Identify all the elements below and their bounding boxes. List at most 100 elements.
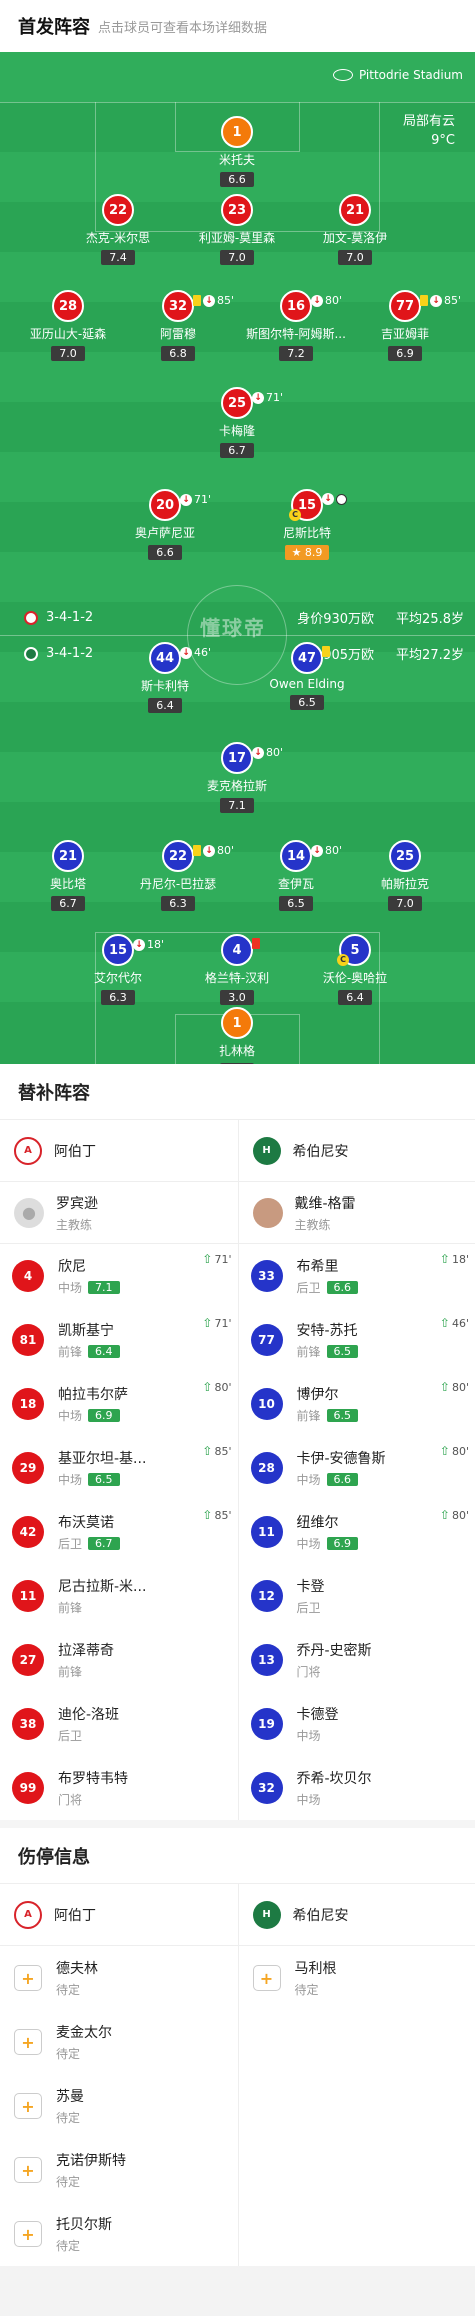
away-player-14[interactable]: 14↓80'查伊瓦6.5: [241, 840, 351, 911]
sub-player-row[interactable]: 12卡登后卫: [239, 1564, 475, 1628]
away-coach[interactable]: 戴维-格雷 主教练: [239, 1182, 475, 1244]
sub-player-name: 帕拉韦尔萨: [58, 1384, 128, 1404]
home-player-28[interactable]: 28亚历山大-延森7.0: [13, 290, 123, 361]
sub-player-info: 乔丹-史密斯门将: [297, 1640, 372, 1680]
substitution-in-icon: ⇧: [440, 1508, 450, 1522]
substitution-in-icon: ⇧: [202, 1252, 212, 1266]
home-player-23[interactable]: 23利亚姆-莫里森7.0: [182, 194, 292, 265]
substitution-out-icon: ↓: [322, 493, 334, 505]
sub-player-meta: 后卫6.6: [297, 1279, 359, 1296]
home-player-22[interactable]: 22杰克-米尔思7.4: [63, 194, 173, 265]
sub-player-row[interactable]: 32乔希-坎贝尔中场: [239, 1756, 475, 1820]
event-minute: 80': [325, 844, 342, 857]
sub-player-row[interactable]: 77安特-苏托前锋6.5⇧46': [239, 1308, 475, 1372]
away-team-info: 3-4-1-2 身价905万欧 平均27.2岁: [24, 644, 464, 663]
substitution-in-icon: ⇧: [202, 1380, 212, 1394]
home-player-32[interactable]: 32↓85'阿雷穆6.8: [123, 290, 233, 361]
sub-player-number: 38: [12, 1708, 44, 1740]
home-player-16[interactable]: 16↓80'斯图尔特-阿姆斯...7.2: [241, 290, 351, 361]
sub-player-row[interactable]: 81凯斯基宁前锋6.4⇧71': [0, 1308, 238, 1372]
sub-player-number: 11: [251, 1516, 283, 1548]
home-team-row[interactable]: A 阿伯丁: [0, 1884, 238, 1946]
sub-in-minute: 71': [214, 1317, 231, 1330]
sub-player-row[interactable]: 10博伊尔前锋6.5⇧80': [239, 1372, 475, 1436]
away-player-4[interactable]: 4格兰特-汉利3.0: [182, 934, 292, 1005]
sub-player-position: 后卫: [297, 1599, 321, 1616]
home-player-25[interactable]: 25↓71'卡梅隆6.7: [182, 387, 292, 458]
away-player-22[interactable]: 22↓80'丹尼尔-巴拉瑟6.3: [123, 840, 233, 911]
sub-player-position: 门将: [58, 1791, 82, 1808]
injury-section: A 阿伯丁 +德夫林待定+麦金太尔待定+苏曼待定+克诺伊斯特待定+托贝尔斯待定 …: [0, 1884, 475, 2266]
home-player-77[interactable]: 77↓85'吉亚姆菲6.9: [350, 290, 460, 361]
substitution-out-icon: ↓: [180, 647, 192, 659]
sub-in-minute: 80': [214, 1381, 231, 1394]
injury-row[interactable]: +德夫林待定: [0, 1946, 238, 2010]
substitution-in-icon: ⇧: [202, 1316, 212, 1330]
home-player-21[interactable]: 21加文-莫洛伊7.0: [300, 194, 410, 265]
home-player-1[interactable]: 1米托夫6.6: [182, 116, 292, 187]
sub-player-name: 卡德登: [297, 1704, 339, 1724]
sub-player-rating: 6.6: [327, 1281, 359, 1294]
sub-player-row[interactable]: 19卡德登中场: [239, 1692, 475, 1756]
home-team-row[interactable]: A 阿伯丁: [0, 1120, 238, 1182]
injury-row[interactable]: +苏曼待定: [0, 2074, 238, 2138]
yellow-card-icon: [193, 295, 201, 306]
injury-row[interactable]: +麦金太尔待定: [0, 2010, 238, 2074]
substitution-in-icon: ⇧: [202, 1444, 212, 1458]
sub-player-row[interactable]: 18帕拉韦尔萨中场6.9⇧80': [0, 1372, 238, 1436]
home-player-rating: 7.0: [338, 250, 372, 265]
sub-player-row[interactable]: 99布罗特韦特门将: [0, 1756, 238, 1820]
sub-player-name: 欣尼: [58, 1256, 120, 1276]
sub-player-row[interactable]: 38 迪伦-洛班后卫: [0, 1692, 238, 1756]
sub-player-row[interactable]: 33布希里后卫6.6⇧18': [239, 1244, 475, 1308]
injury-row[interactable]: +克诺伊斯特待定: [0, 2138, 238, 2202]
sub-player-meta: 后卫: [58, 1727, 119, 1744]
away-player-number: 47: [291, 642, 323, 674]
lineup-header: 首发阵容 点击球员可查看本场详细数据: [0, 0, 475, 52]
injury-row[interactable]: +托贝尔斯待定: [0, 2202, 238, 2266]
sub-player-meta: 中场6.5: [58, 1471, 146, 1488]
injury-row[interactable]: +马利根待定: [239, 1946, 475, 2010]
sub-player-row[interactable]: 11纽维尔中场6.9⇧80': [239, 1500, 475, 1564]
home-player-20[interactable]: 20↓71'奥卢萨尼亚6.6: [110, 489, 220, 560]
player-events: [322, 646, 330, 657]
sub-player-row[interactable]: 11尼古拉斯-米...前锋: [0, 1564, 238, 1628]
sub-player-number: 4: [12, 1260, 44, 1292]
away-team-row[interactable]: H 希伯尼安: [239, 1120, 475, 1182]
home-player-name: 亚历山大-延森: [13, 325, 123, 342]
sub-player-rating: 6.9: [327, 1537, 359, 1550]
away-player-rating: 6.5: [290, 695, 324, 710]
home-player-number: 15C: [291, 489, 323, 521]
away-player-21[interactable]: 21奥比塔6.7: [13, 840, 123, 911]
event-minute: 80': [217, 844, 234, 857]
substitution-out-icon: ↓: [252, 392, 264, 404]
away-player-44[interactable]: 44↓46'斯卡利特6.4: [110, 642, 220, 713]
away-player-17[interactable]: 17↓80'麦克格拉斯7.1: [182, 742, 292, 813]
sub-player-number: 28: [251, 1452, 283, 1484]
away-player-5[interactable]: 5C沃伦-奥哈拉6.4: [300, 934, 410, 1005]
home-player-number: 22: [102, 194, 134, 226]
home-player-rating: 6.9: [388, 346, 422, 361]
home-player-rating: 7.0: [51, 346, 85, 361]
sub-player-row[interactable]: 28卡伊-安德鲁斯中场6.6⇧80': [239, 1436, 475, 1500]
sub-player-row[interactable]: 42布沃莫诺后卫6.7⇧85': [0, 1500, 238, 1564]
home-coach[interactable]: ● 罗宾逊 主教练: [0, 1182, 238, 1244]
away-player-15[interactable]: 15↓18'艾尔代尔6.3: [63, 934, 173, 1005]
sub-player-row[interactable]: 29基亚尔坦-基...中场6.5⇧85': [0, 1436, 238, 1500]
sub-player-name: 迪伦-洛班: [58, 1704, 119, 1724]
home-player-15[interactable]: 15C↓尼斯比特★ 8.9: [252, 489, 362, 560]
weather: 局部有云 9°C: [403, 112, 455, 150]
player-events: ↓71': [252, 391, 283, 404]
substitution-out-icon: ↓: [133, 939, 145, 951]
sub-player-row[interactable]: 27拉泽蒂奇前锋: [0, 1628, 238, 1692]
away-player-25[interactable]: 25帕斯拉克7.0: [350, 840, 460, 911]
sub-player-position: 后卫: [58, 1535, 82, 1552]
sub-player-row[interactable]: 13乔丹-史密斯门将: [239, 1628, 475, 1692]
sub-player-row[interactable]: 4欣尼中场7.1⇧71': [0, 1244, 238, 1308]
away-player-47[interactable]: 47Owen Elding6.5: [252, 642, 362, 710]
away-player-rating: 3.0: [220, 990, 254, 1005]
away-player-1[interactable]: 1扎林格6.7: [182, 1007, 292, 1064]
footer-space: [0, 2266, 475, 2316]
away-team-row[interactable]: H 希伯尼安: [239, 1884, 475, 1946]
away-player-number: 44: [149, 642, 181, 674]
